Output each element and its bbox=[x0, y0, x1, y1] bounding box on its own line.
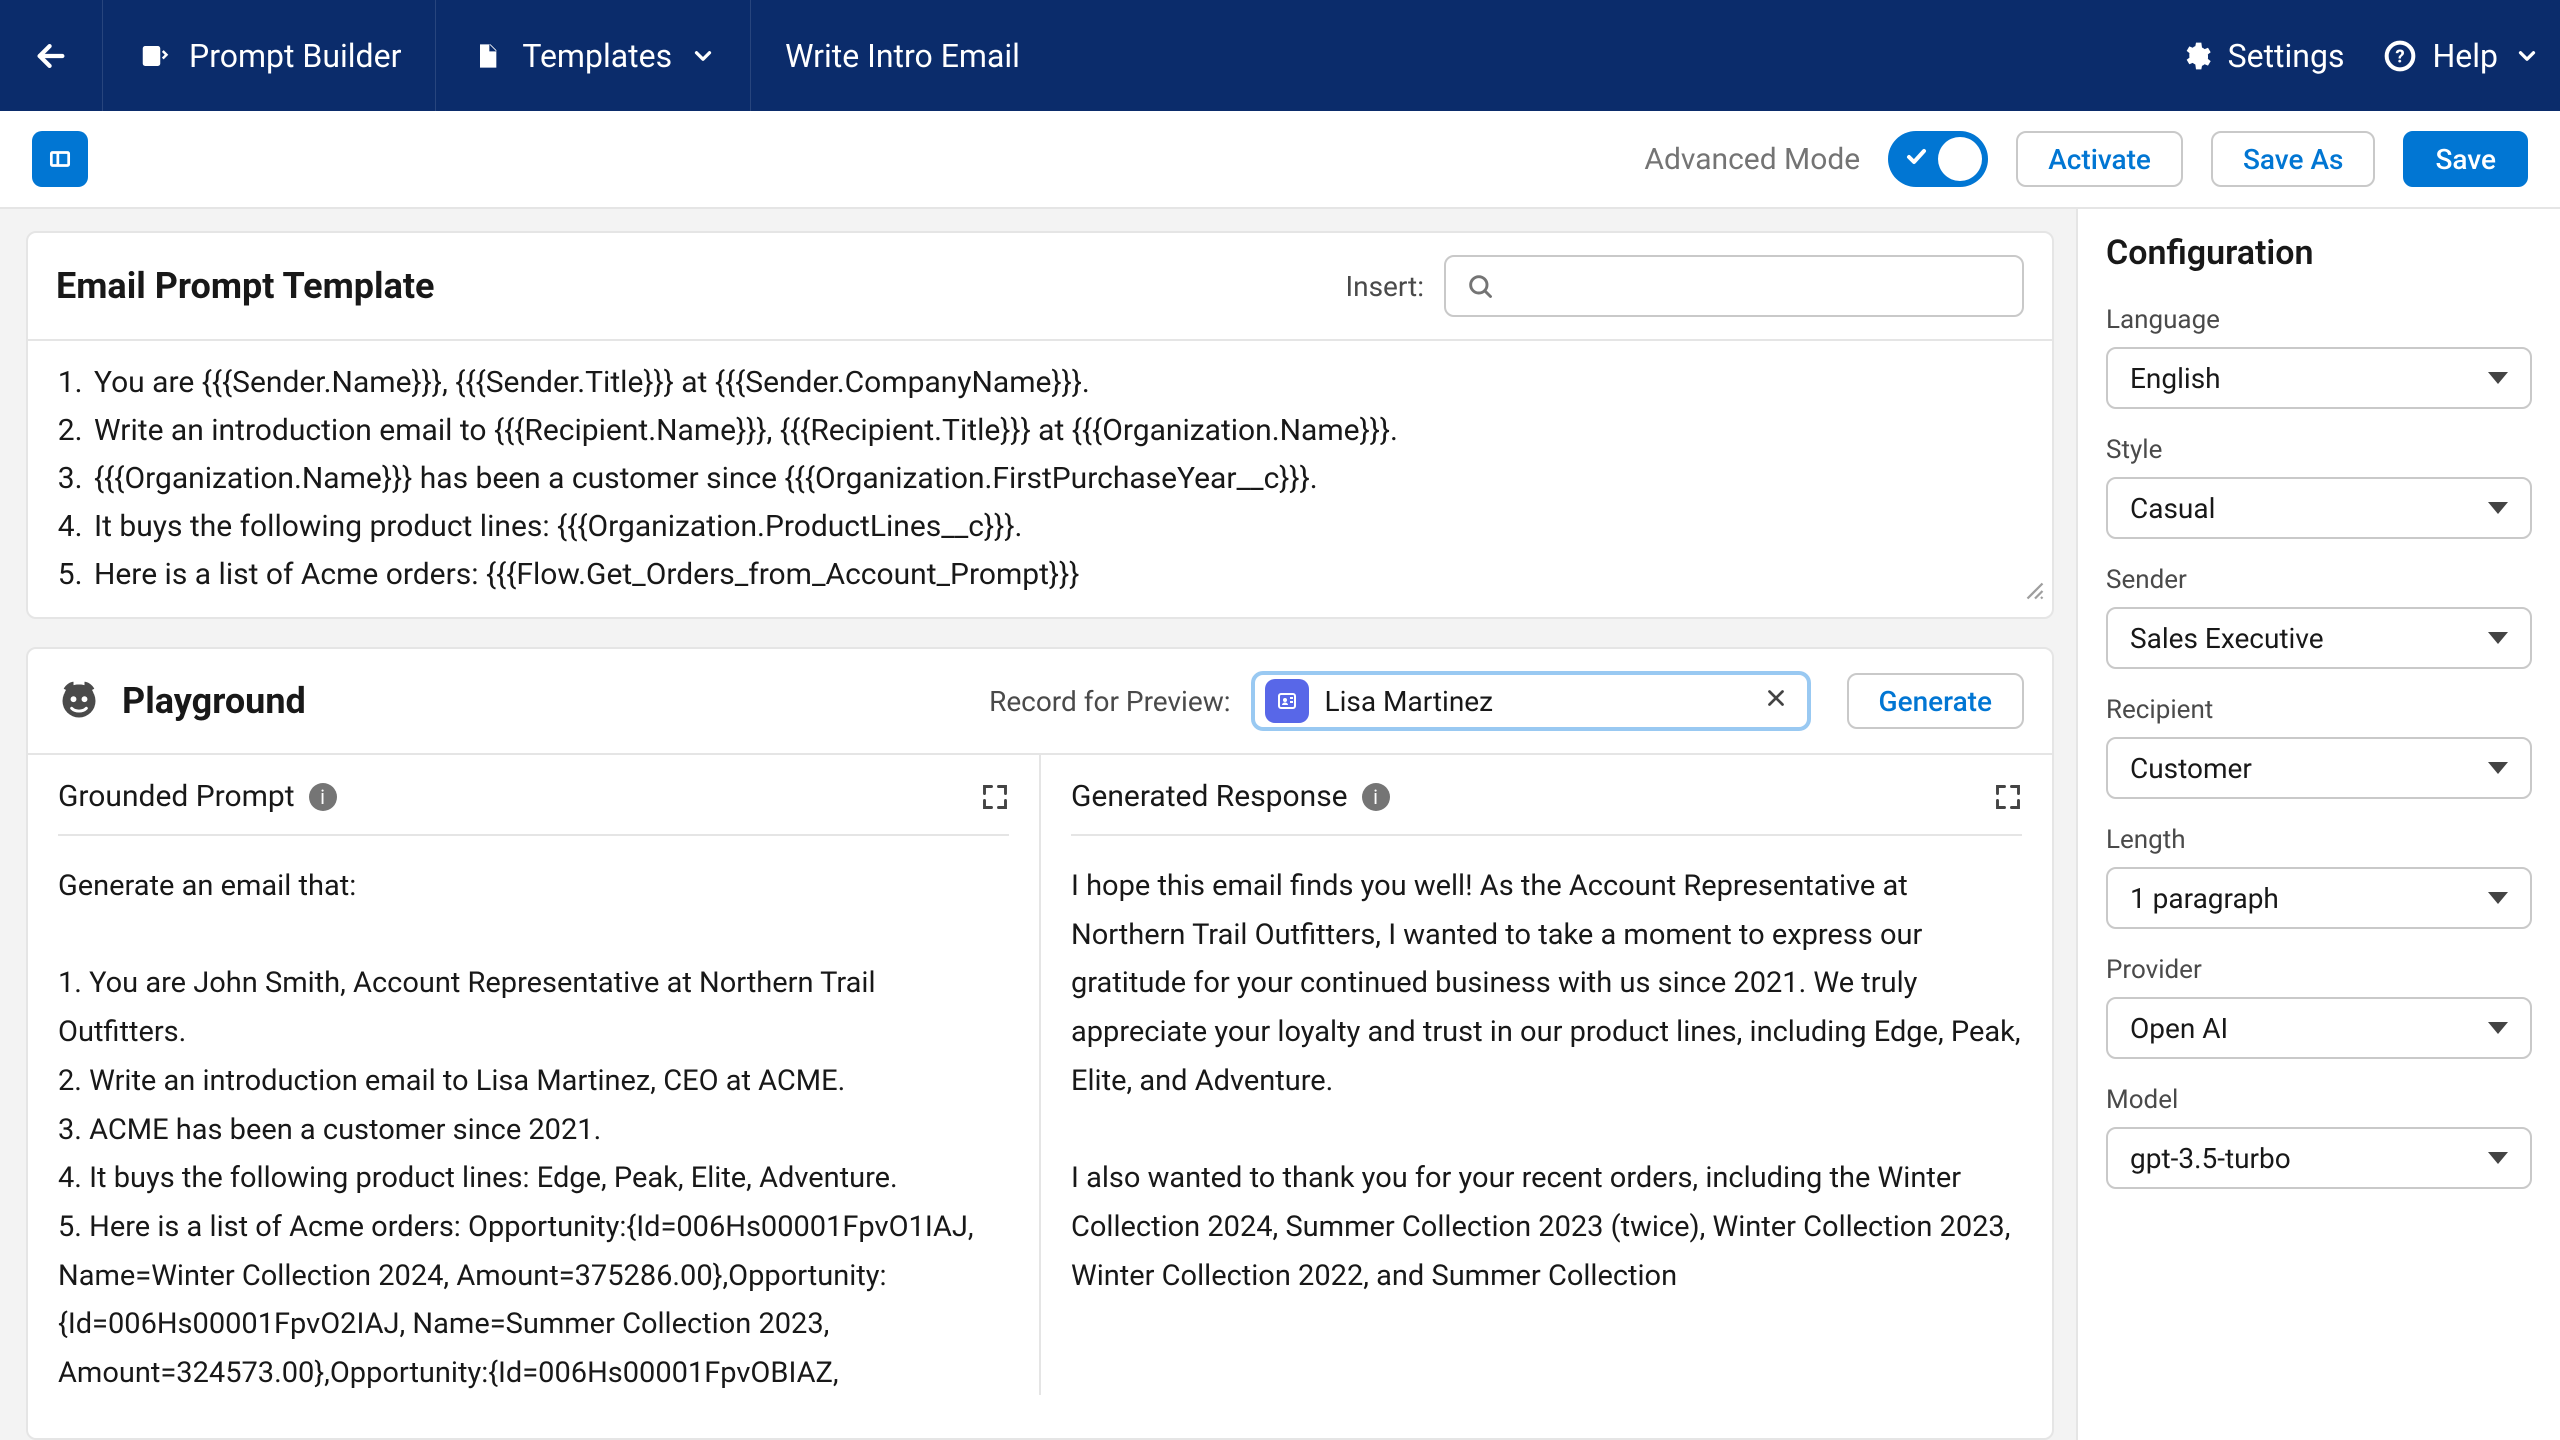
sender-value: Sales Executive bbox=[2130, 622, 2324, 655]
model-value: gpt-3.5-turbo bbox=[2130, 1142, 2291, 1175]
nav-prompt-builder-label: Prompt Builder bbox=[189, 37, 401, 75]
nav-help-label: Help bbox=[2432, 37, 2498, 75]
recipient-label: Recipient bbox=[2106, 695, 2532, 725]
length-value: 1 paragraph bbox=[2130, 882, 2279, 915]
record-preview-label: Record for Preview: bbox=[989, 685, 1230, 718]
resize-handle-icon[interactable] bbox=[2026, 573, 2044, 611]
template-line: You are {{{Sender.Name}}}, {{{Sender.Tit… bbox=[90, 359, 2024, 407]
length-label: Length bbox=[2106, 825, 2532, 855]
gear-icon bbox=[2180, 40, 2212, 72]
nav-templates-label: Templates bbox=[522, 37, 672, 75]
generated-response-title: Generated Response bbox=[1071, 779, 1348, 814]
template-line: {{{Organization.Name}}} has been a custo… bbox=[90, 455, 2024, 503]
playground-title: Playground bbox=[122, 680, 306, 722]
breadcrumb: Write Intro Email bbox=[751, 0, 1054, 111]
template-line: Here is a list of Acme orders: {{{Flow.G… bbox=[90, 551, 2024, 599]
activate-button[interactable]: Activate bbox=[2016, 131, 2183, 187]
contact-icon bbox=[1265, 679, 1309, 723]
dropdown-icon bbox=[2488, 892, 2508, 904]
dropdown-icon bbox=[2488, 502, 2508, 514]
grounded-prompt-title: Grounded Prompt bbox=[58, 779, 295, 814]
einstein-icon bbox=[56, 678, 102, 724]
action-bar: Advanced Mode Activate Save As Save bbox=[0, 111, 2560, 209]
breadcrumb-label: Write Intro Email bbox=[785, 37, 1020, 75]
generated-response-panel: Generated Response i I hope this email f… bbox=[1039, 755, 2052, 1395]
language-value: English bbox=[2130, 362, 2221, 395]
nav-templates[interactable]: Templates bbox=[436, 0, 751, 111]
nav-settings[interactable]: Settings bbox=[2180, 37, 2345, 75]
template-card-title: Email Prompt Template bbox=[56, 265, 434, 307]
configuration-title: Configuration bbox=[2106, 233, 2532, 273]
info-icon[interactable]: i bbox=[309, 783, 337, 811]
expand-icon[interactable] bbox=[981, 783, 1009, 811]
configuration-panel: Configuration Language English Style Cas… bbox=[2076, 209, 2560, 1440]
grounded-prompt-text: Generate an email that: 1. You are John … bbox=[58, 862, 1009, 1395]
dropdown-icon bbox=[2488, 762, 2508, 774]
advanced-mode-label: Advanced Mode bbox=[1644, 142, 1860, 177]
clear-record-button[interactable] bbox=[1763, 684, 1789, 719]
style-select[interactable]: Casual bbox=[2106, 477, 2532, 539]
generate-button[interactable]: Generate bbox=[1847, 673, 2024, 729]
check-icon bbox=[1904, 144, 1928, 174]
playground-card: Playground Record for Preview: Lisa Mart… bbox=[26, 647, 2054, 1440]
info-icon[interactable]: i bbox=[1362, 783, 1390, 811]
dropdown-icon bbox=[2488, 372, 2508, 384]
insert-search-input[interactable] bbox=[1444, 255, 2024, 317]
record-preview-input[interactable]: Lisa Martinez bbox=[1251, 671, 1811, 731]
language-label: Language bbox=[2106, 305, 2532, 335]
length-select[interactable]: 1 paragraph bbox=[2106, 867, 2532, 929]
style-label: Style bbox=[2106, 435, 2532, 465]
recipient-value: Customer bbox=[2130, 752, 2252, 785]
document-icon bbox=[470, 39, 504, 73]
sender-label: Sender bbox=[2106, 565, 2532, 595]
model-label: Model bbox=[2106, 1085, 2532, 1115]
advanced-mode-toggle[interactable] bbox=[1888, 131, 1988, 187]
chevron-down-icon bbox=[2514, 43, 2540, 69]
back-button[interactable] bbox=[0, 0, 103, 111]
chevron-down-icon bbox=[690, 43, 716, 69]
save-as-button[interactable]: Save As bbox=[2211, 131, 2376, 187]
generated-response-text: I hope this email finds you well! As the… bbox=[1071, 862, 2022, 1300]
template-line: Write an introduction email to {{{Recipi… bbox=[90, 407, 2024, 455]
panel-icon bbox=[47, 146, 73, 172]
nav-settings-label: Settings bbox=[2228, 37, 2345, 75]
help-icon: ? bbox=[2384, 40, 2416, 72]
nav-prompt-builder[interactable]: Prompt Builder bbox=[103, 0, 436, 111]
style-value: Casual bbox=[2130, 492, 2215, 525]
save-button[interactable]: Save bbox=[2403, 131, 2528, 187]
record-preview-value: Lisa Martinez bbox=[1325, 685, 1747, 718]
toggle-knob bbox=[1938, 137, 1982, 181]
language-select[interactable]: English bbox=[2106, 347, 2532, 409]
template-line: It buys the following product lines: {{{… bbox=[90, 503, 2024, 551]
expand-icon[interactable] bbox=[1994, 783, 2022, 811]
insert-label: Insert: bbox=[1346, 270, 1425, 303]
template-editor[interactable]: You are {{{Sender.Name}}}, {{{Sender.Tit… bbox=[28, 341, 2052, 617]
template-card: Email Prompt Template Insert: You are {{… bbox=[26, 231, 2054, 619]
dropdown-icon bbox=[2488, 1022, 2508, 1034]
top-nav: Prompt Builder Templates Write Intro Ema… bbox=[0, 0, 2560, 111]
provider-select[interactable]: Open AI bbox=[2106, 997, 2532, 1059]
back-arrow-icon bbox=[34, 39, 68, 73]
svg-text:?: ? bbox=[2396, 45, 2405, 67]
sender-select[interactable]: Sales Executive bbox=[2106, 607, 2532, 669]
nav-help[interactable]: ? Help bbox=[2384, 37, 2540, 75]
search-icon bbox=[1466, 272, 1494, 300]
grounded-prompt-panel: Grounded Prompt i Generate an email that… bbox=[28, 755, 1039, 1395]
prompt-builder-icon bbox=[137, 39, 171, 73]
provider-value: Open AI bbox=[2130, 1012, 2228, 1045]
dropdown-icon bbox=[2488, 632, 2508, 644]
recipient-select[interactable]: Customer bbox=[2106, 737, 2532, 799]
provider-label: Provider bbox=[2106, 955, 2532, 985]
dropdown-icon bbox=[2488, 1152, 2508, 1164]
model-select[interactable]: gpt-3.5-turbo bbox=[2106, 1127, 2532, 1189]
panel-toggle-button[interactable] bbox=[32, 131, 88, 187]
